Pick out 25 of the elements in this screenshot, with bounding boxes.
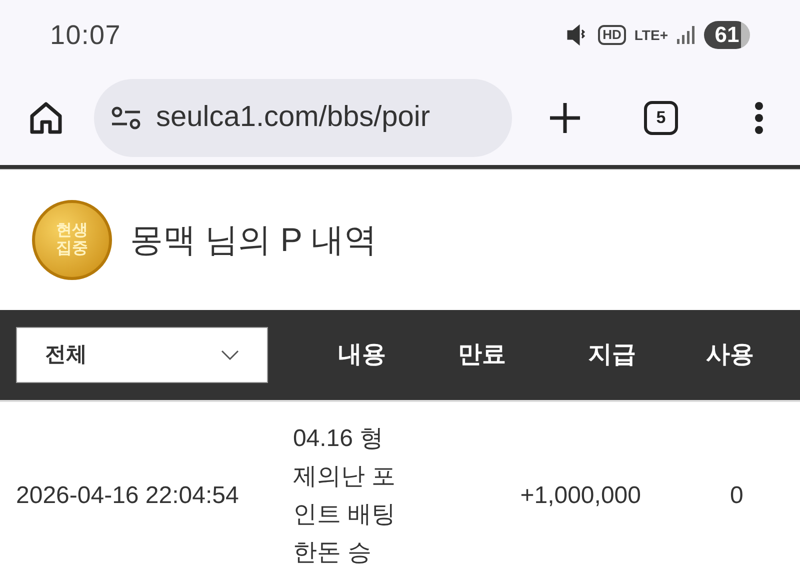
paid-cell-text: +1,000,000 [519, 481, 642, 511]
date-cell-text: 2026-04-16 22:04:54 [15, 481, 240, 511]
address-bar[interactable]: seulca1.com/bbs/poir [94, 78, 512, 156]
logo-text: 현생 [56, 222, 88, 240]
hd-icon: HD [598, 25, 626, 45]
column-header: 만료 [457, 340, 507, 370]
tab-count-button[interactable]: 5 [644, 100, 678, 134]
column-header: 지급 [587, 340, 637, 370]
clock: 10:07 [50, 18, 121, 52]
site-settings-icon[interactable] [110, 104, 142, 130]
page-title: 몽맥 님의 P 내역 [130, 220, 377, 260]
logo-text: 집중 [56, 240, 88, 258]
network-label: LTE+ [634, 28, 668, 42]
column-header: 사용 [705, 340, 755, 370]
column-header: 내용 [337, 340, 387, 370]
filter-dropdown[interactable]: 전체 [16, 327, 268, 383]
chevron-down-icon [221, 350, 239, 360]
content-cell-text: 04.16 형 제의난 포 인트 배팅 한돈 승 [292, 424, 397, 568]
url-text: seulca1.com/bbs/poir [156, 100, 430, 135]
new-tab-icon[interactable] [548, 100, 582, 134]
signal-icon [676, 25, 696, 45]
battery-percent: 61 [714, 24, 740, 46]
used-cell-text: 0 [728, 481, 744, 511]
more-menu-icon[interactable] [754, 100, 764, 134]
home-icon[interactable] [28, 100, 64, 136]
